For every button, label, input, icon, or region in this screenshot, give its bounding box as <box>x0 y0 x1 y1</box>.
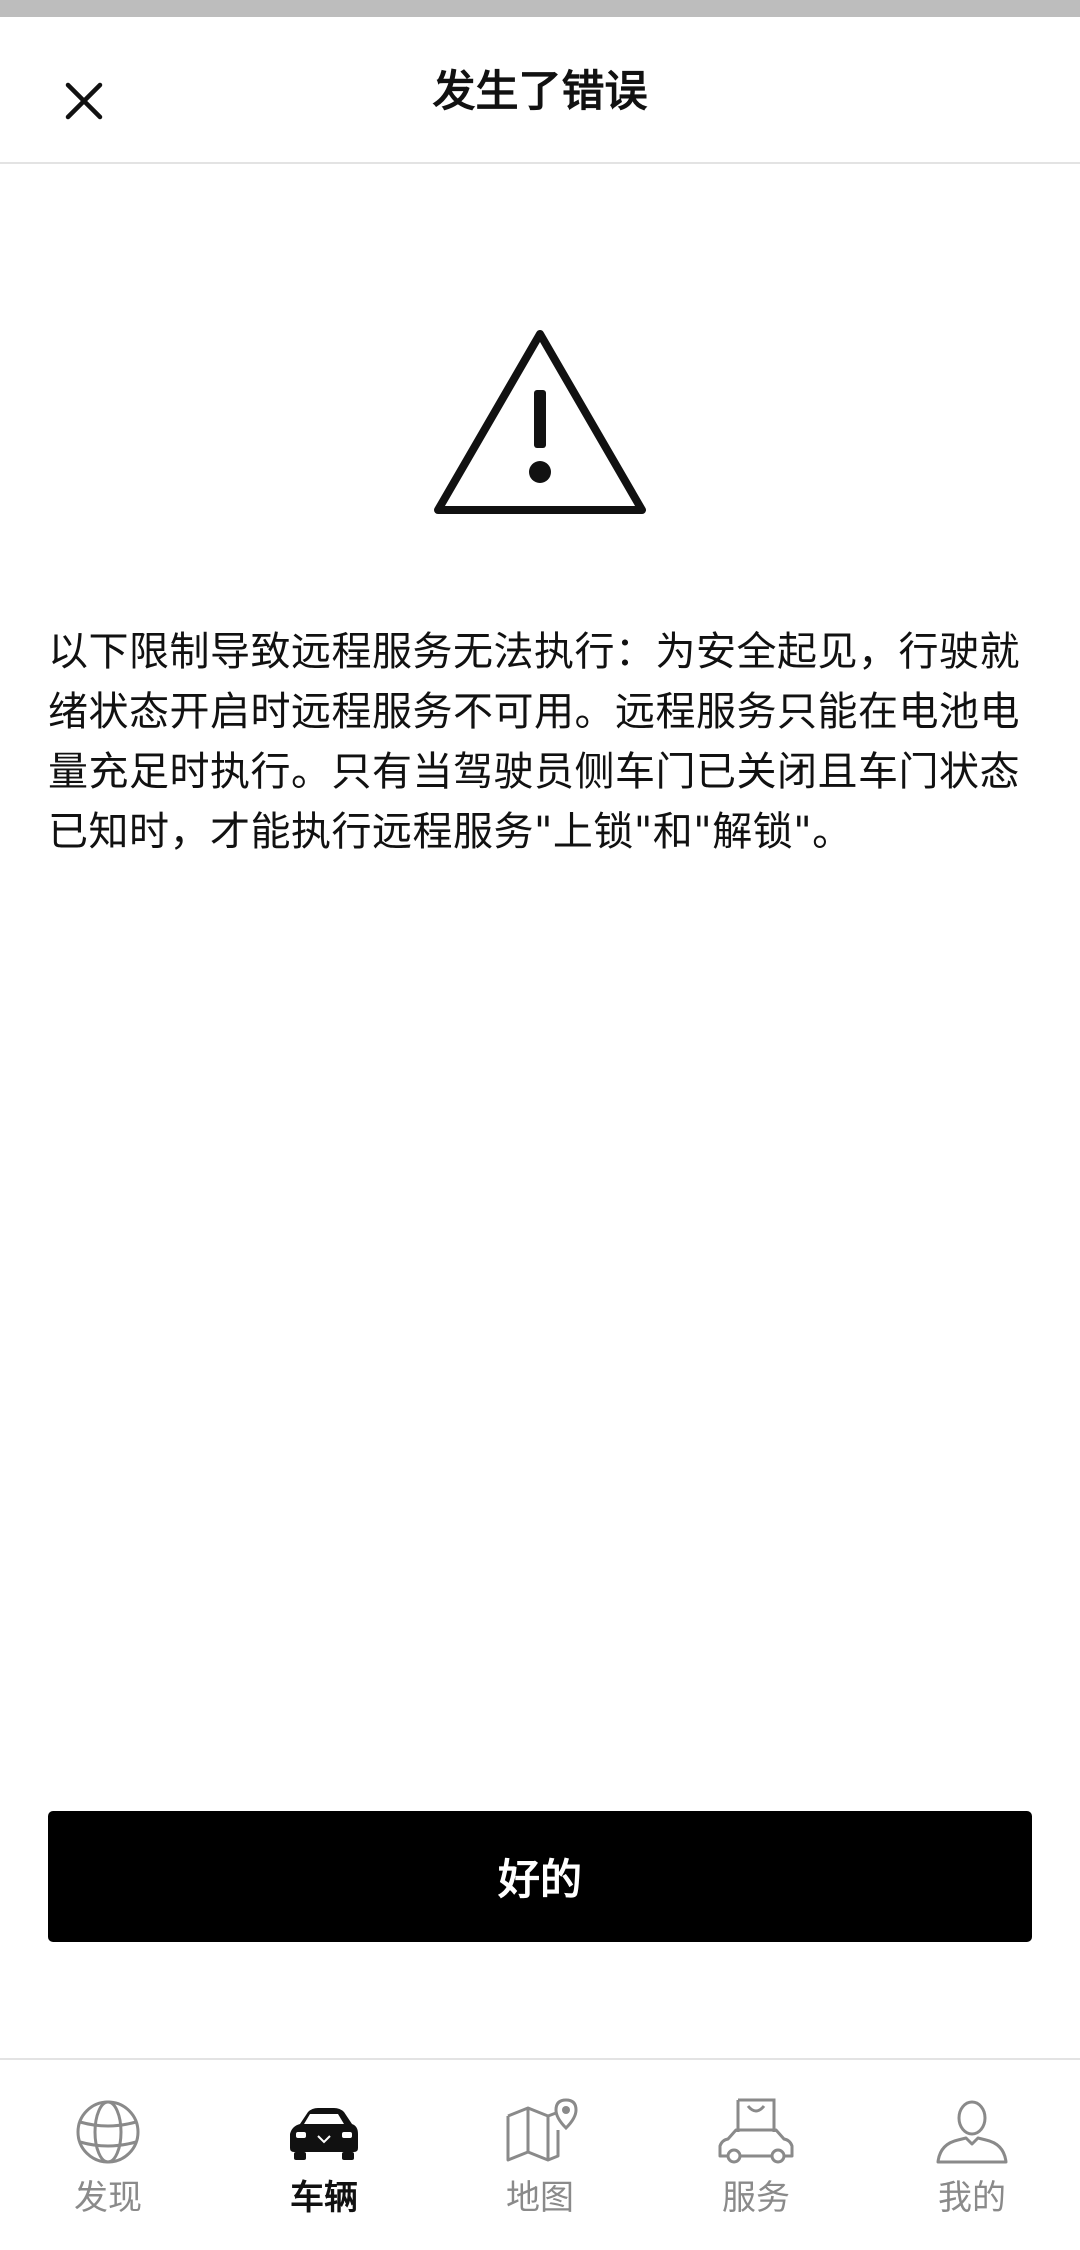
tab-me[interactable]: 我的 <box>864 2060 1080 2250</box>
tab-vehicle[interactable]: 车辆 <box>216 2060 432 2250</box>
tab-me-label: 我的 <box>938 2178 1006 2218</box>
tab-service[interactable]: 服务 <box>648 2060 864 2250</box>
tab-map-label: 地图 <box>506 2178 574 2218</box>
warning-icon <box>430 322 650 522</box>
tab-map[interactable]: 地图 <box>432 2060 648 2250</box>
globe-icon <box>66 2096 150 2168</box>
person-icon <box>930 2096 1014 2168</box>
car-icon <box>282 2096 366 2168</box>
status-bar-strip <box>0 0 1080 17</box>
tab-discover-label: 发现 <box>74 2178 142 2218</box>
bottom-tab-bar: 发现 车辆 地图 服务 我的 <box>0 2058 1080 2250</box>
dialog-header: 发生了错误 <box>0 17 1080 164</box>
error-message: 以下限制导致远程服务无法执行：为安全起见，行驶就绪状态开启时远程服务不可用。远程… <box>48 629 1020 855</box>
ok-button[interactable]: 好的 <box>48 1811 1032 1942</box>
tab-service-label: 服务 <box>722 2178 790 2218</box>
page-title: 发生了错误 <box>432 67 648 117</box>
tab-vehicle-label: 车辆 <box>290 2178 358 2218</box>
tab-discover[interactable]: 发现 <box>0 2060 216 2250</box>
map-icon <box>498 2096 582 2168</box>
shopping-bag-car-icon <box>714 2096 798 2168</box>
